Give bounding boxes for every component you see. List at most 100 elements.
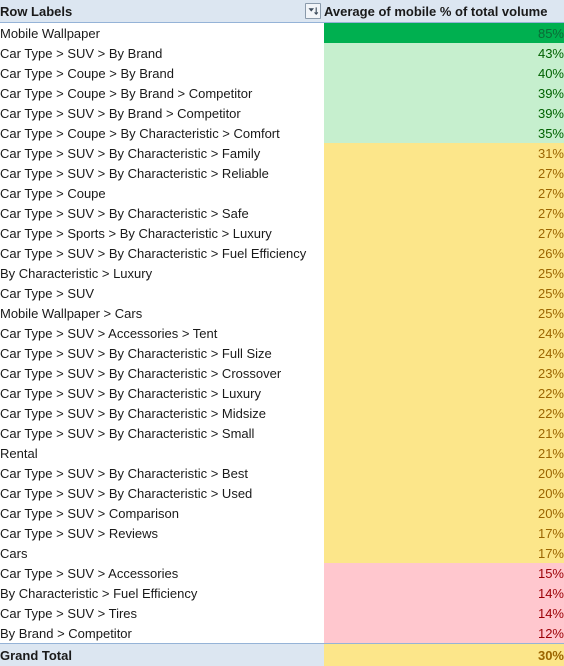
row-label-cell[interactable]: Car Type > SUV > Reviews <box>0 523 324 543</box>
row-value-cell[interactable]: 12% <box>324 623 564 644</box>
row-value-cell[interactable]: 25% <box>324 263 564 283</box>
table-row: Car Type > Sports > By Characteristic > … <box>0 223 564 243</box>
row-value-cell[interactable]: 24% <box>324 323 564 343</box>
row-value-cell[interactable]: 40% <box>324 63 564 83</box>
table-row: Car Type > Coupe > By Brand > Competitor… <box>0 83 564 103</box>
table-row: Car Type > SUV > Reviews17% <box>0 523 564 543</box>
row-value-cell[interactable]: 20% <box>324 483 564 503</box>
row-label-cell[interactable]: Mobile Wallpaper <box>0 23 324 44</box>
row-value-cell[interactable]: 27% <box>324 203 564 223</box>
row-value-cell[interactable]: 22% <box>324 403 564 423</box>
row-value-cell[interactable]: 14% <box>324 583 564 603</box>
row-label-cell[interactable]: Car Type > SUV > By Brand <box>0 43 324 63</box>
filter-sort-dropdown-icon[interactable] <box>305 3 321 19</box>
table-row: By Brand > Competitor12% <box>0 623 564 644</box>
table-row: Car Type > SUV > Accessories > Tent24% <box>0 323 564 343</box>
table-row: Car Type > SUV > By Characteristic > Saf… <box>0 203 564 223</box>
row-value-cell[interactable]: 23% <box>324 363 564 383</box>
table-row: By Characteristic > Fuel Efficiency14% <box>0 583 564 603</box>
column-header-average-mobile-pct[interactable]: Average of mobile % of total volume <box>324 0 564 23</box>
row-value-cell[interactable]: 21% <box>324 443 564 463</box>
row-label-cell[interactable]: Car Type > SUV > By Characteristic > Fue… <box>0 243 324 263</box>
table-row: By Characteristic > Luxury25% <box>0 263 564 283</box>
row-label-cell[interactable]: Car Type > Coupe > By Characteristic > C… <box>0 123 324 143</box>
row-label-cell[interactable]: Car Type > SUV > By Characteristic > Ful… <box>0 343 324 363</box>
table-row: Car Type > Coupe27% <box>0 183 564 203</box>
table-row: Car Type > SUV > Tires14% <box>0 603 564 623</box>
row-label-cell[interactable]: By Characteristic > Luxury <box>0 263 324 283</box>
row-label-cell[interactable]: Car Type > Coupe <box>0 183 324 203</box>
row-label-cell[interactable]: Car Type > SUV > Tires <box>0 603 324 623</box>
table-row: Car Type > Coupe > By Characteristic > C… <box>0 123 564 143</box>
table-row: Car Type > SUV > By Brand43% <box>0 43 564 63</box>
table-row: Car Type > SUV > By Characteristic > Cro… <box>0 363 564 383</box>
row-label-cell[interactable]: Car Type > Coupe > By Brand <box>0 63 324 83</box>
table-row: Mobile Wallpaper > Cars25% <box>0 303 564 323</box>
table-row: Car Type > SUV > By Characteristic > Bes… <box>0 463 564 483</box>
row-label-cell[interactable]: Car Type > SUV > By Characteristic > Sma… <box>0 423 324 443</box>
row-value-cell[interactable]: 14% <box>324 603 564 623</box>
row-label-cell[interactable]: By Characteristic > Fuel Efficiency <box>0 583 324 603</box>
row-value-cell[interactable]: 21% <box>324 423 564 443</box>
row-value-cell[interactable]: 24% <box>324 343 564 363</box>
row-value-cell[interactable]: 43% <box>324 43 564 63</box>
row-label-cell[interactable]: Car Type > SUV > By Characteristic > Mid… <box>0 403 324 423</box>
column-header-row-labels[interactable]: Row Labels <box>0 0 324 23</box>
row-label-cell[interactable]: By Brand > Competitor <box>0 623 324 644</box>
table-row: Car Type > SUV > By Characteristic > Fam… <box>0 143 564 163</box>
row-label-cell[interactable]: Car Type > SUV > Accessories > Tent <box>0 323 324 343</box>
row-label-cell[interactable]: Car Type > SUV > By Characteristic > Bes… <box>0 463 324 483</box>
table-row: Car Type > SUV > By Characteristic > Lux… <box>0 383 564 403</box>
row-label-cell[interactable]: Cars <box>0 543 324 563</box>
grand-total-label: Grand Total <box>0 644 324 666</box>
row-value-cell[interactable]: 17% <box>324 523 564 543</box>
table-row: Mobile Wallpaper85% <box>0 23 564 44</box>
table-row: Car Type > SUV > By Characteristic > Rel… <box>0 163 564 183</box>
row-value-cell[interactable]: 26% <box>324 243 564 263</box>
row-value-cell[interactable]: 39% <box>324 83 564 103</box>
row-value-cell[interactable]: 85% <box>324 23 564 44</box>
table-header-row: Row Labels Average of mobile % of total … <box>0 0 564 23</box>
row-value-cell[interactable]: 27% <box>324 223 564 243</box>
row-value-cell[interactable]: 20% <box>324 463 564 483</box>
row-value-cell[interactable]: 15% <box>324 563 564 583</box>
row-label-cell[interactable]: Car Type > SUV <box>0 283 324 303</box>
table-row: Car Type > SUV > By Characteristic > Mid… <box>0 403 564 423</box>
row-value-cell[interactable]: 39% <box>324 103 564 123</box>
table-row: Car Type > SUV > By Characteristic > Fue… <box>0 243 564 263</box>
row-label-cell[interactable]: Car Type > SUV > By Characteristic > Rel… <box>0 163 324 183</box>
table-row: Car Type > SUV > Comparison20% <box>0 503 564 523</box>
row-labels-header-text: Row Labels <box>0 4 72 19</box>
grand-total-value: 30% <box>324 644 564 666</box>
row-label-cell[interactable]: Car Type > Coupe > By Brand > Competitor <box>0 83 324 103</box>
row-label-cell[interactable]: Car Type > Sports > By Characteristic > … <box>0 223 324 243</box>
grand-total-row: Grand Total 30% <box>0 644 564 666</box>
table-row: Car Type > SUV25% <box>0 283 564 303</box>
row-label-cell[interactable]: Car Type > SUV > Comparison <box>0 503 324 523</box>
table-row: Car Type > SUV > By Characteristic > Ful… <box>0 343 564 363</box>
row-label-cell[interactable]: Car Type > SUV > By Characteristic > Cro… <box>0 363 324 383</box>
row-value-cell[interactable]: 25% <box>324 283 564 303</box>
table-row: Car Type > SUV > By Characteristic > Use… <box>0 483 564 503</box>
row-value-cell[interactable]: 27% <box>324 183 564 203</box>
row-label-cell[interactable]: Mobile Wallpaper > Cars <box>0 303 324 323</box>
table-row: Car Type > Coupe > By Brand40% <box>0 63 564 83</box>
row-value-cell[interactable]: 35% <box>324 123 564 143</box>
pivot-table: Row Labels Average of mobile % of total … <box>0 0 564 666</box>
row-value-cell[interactable]: 17% <box>324 543 564 563</box>
row-label-cell[interactable]: Car Type > SUV > By Brand > Competitor <box>0 103 324 123</box>
row-value-cell[interactable]: 20% <box>324 503 564 523</box>
row-label-cell[interactable]: Rental <box>0 443 324 463</box>
table-row: Car Type > SUV > By Characteristic > Sma… <box>0 423 564 443</box>
table-row: Car Type > SUV > By Brand > Competitor39… <box>0 103 564 123</box>
row-value-cell[interactable]: 31% <box>324 143 564 163</box>
row-label-cell[interactable]: Car Type > SUV > By Characteristic > Lux… <box>0 383 324 403</box>
row-value-cell[interactable]: 25% <box>324 303 564 323</box>
value-header-text: Average of mobile % of total volume <box>324 4 547 19</box>
row-label-cell[interactable]: Car Type > SUV > By Characteristic > Fam… <box>0 143 324 163</box>
row-label-cell[interactable]: Car Type > SUV > By Characteristic > Saf… <box>0 203 324 223</box>
row-label-cell[interactable]: Car Type > SUV > Accessories <box>0 563 324 583</box>
row-value-cell[interactable]: 22% <box>324 383 564 403</box>
row-value-cell[interactable]: 27% <box>324 163 564 183</box>
row-label-cell[interactable]: Car Type > SUV > By Characteristic > Use… <box>0 483 324 503</box>
